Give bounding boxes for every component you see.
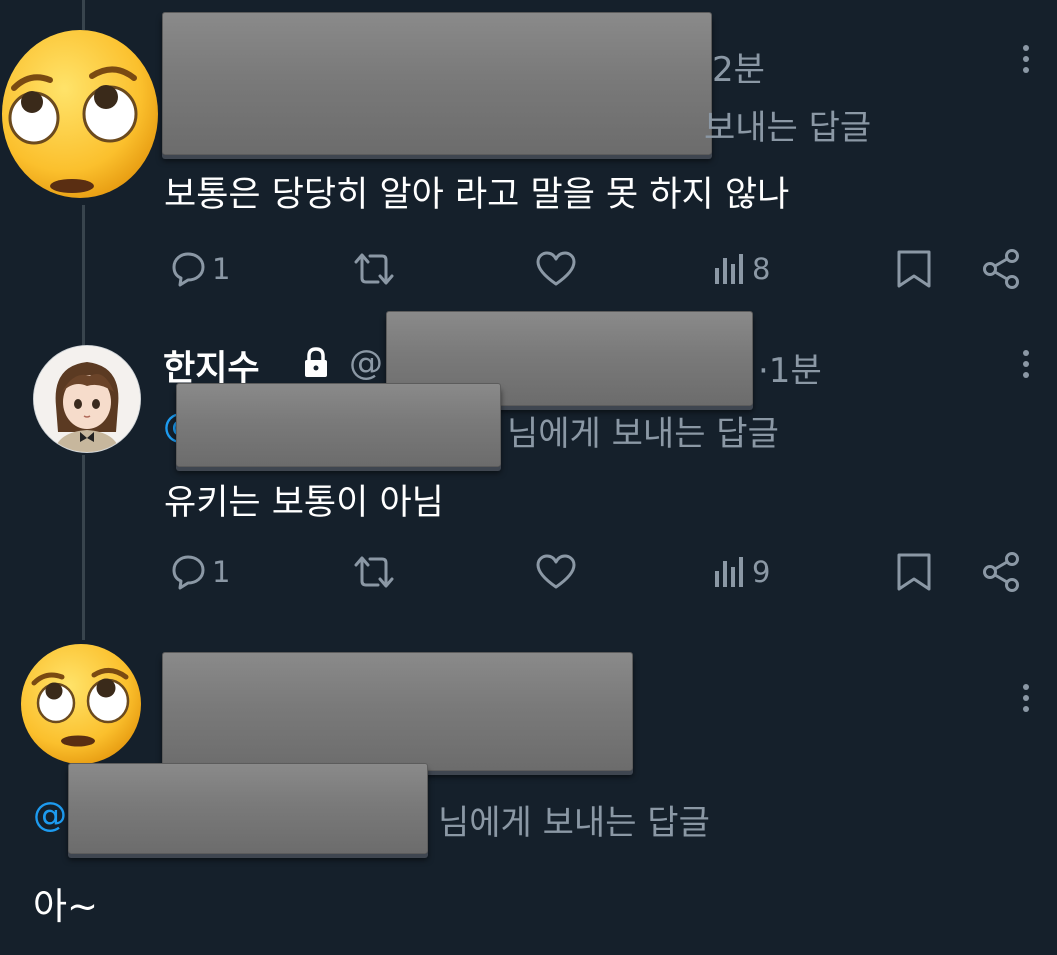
tweet-text: 보통은 당당히 알아 라고 말을 못 하지 않나 <box>164 175 790 215</box>
reply-count: 1 <box>212 555 231 589</box>
tweet-text: 아~ <box>33 885 99 928</box>
views-icon <box>715 254 743 284</box>
redacted-user-info <box>162 652 633 771</box>
more-icon[interactable] <box>1022 684 1030 717</box>
eye-roll-emoji-icon <box>21 644 141 764</box>
retweet-icon <box>354 253 394 285</box>
share-button[interactable] <box>980 248 1022 290</box>
reply-icon <box>172 252 205 287</box>
more-icon[interactable] <box>1022 350 1030 383</box>
reply-count: 1 <box>212 252 231 286</box>
share-icon <box>983 249 1019 289</box>
replying-to-label: 님에게 보내는 답글 <box>438 803 710 843</box>
heart-icon <box>536 554 576 589</box>
views-button[interactable]: 9 <box>712 553 770 591</box>
reply-icon <box>172 555 205 590</box>
more-icon[interactable] <box>1022 45 1030 78</box>
avatar[interactable] <box>0 28 160 200</box>
views-button[interactable]: 8 <box>712 250 770 288</box>
lock-icon <box>305 347 327 377</box>
retweet-button[interactable] <box>350 250 398 288</box>
bookmark-icon <box>897 553 931 591</box>
tweet-text: 유키는 보통이 아님 <box>164 483 444 523</box>
bookmark-button[interactable] <box>894 551 934 593</box>
view-count: 9 <box>752 555 771 589</box>
bookmark-button[interactable] <box>894 248 934 290</box>
thread-view: 2분 보내는 답글 보통은 당당히 알아 라고 말을 못 하지 않나 1 8 한… <box>0 0 1057 955</box>
share-button[interactable] <box>980 551 1022 593</box>
share-icon <box>983 552 1019 592</box>
redacted-user-info <box>162 12 712 155</box>
avatar[interactable] <box>20 643 142 765</box>
thread-line <box>82 205 85 347</box>
retweet-icon <box>354 556 394 588</box>
retweet-button[interactable] <box>350 553 398 591</box>
reply-button[interactable]: 1 <box>168 250 230 288</box>
view-count: 8 <box>752 252 771 286</box>
anime-girl-avatar-icon <box>34 346 140 452</box>
views-icon <box>715 557 743 587</box>
eye-roll-emoji-icon <box>2 30 158 198</box>
thread-line <box>82 0 85 30</box>
mention-at[interactable]: @ <box>33 795 67 835</box>
bookmark-icon <box>897 250 931 288</box>
avatar[interactable] <box>33 345 141 453</box>
thread-line <box>82 455 85 640</box>
like-button[interactable] <box>535 553 577 591</box>
reply-button[interactable]: 1 <box>168 553 230 591</box>
like-button[interactable] <box>535 250 577 288</box>
tweet-time: 2분 <box>712 50 765 90</box>
redacted-mention <box>176 383 501 467</box>
replying-to-label: 보내는 답글 <box>704 108 872 148</box>
replying-to-label: 님에게 보내는 답글 <box>507 414 779 454</box>
handle-at: @ <box>349 343 383 383</box>
tweet-time: ·1분 <box>758 351 822 391</box>
redacted-mention <box>68 763 428 854</box>
heart-icon <box>536 251 576 286</box>
